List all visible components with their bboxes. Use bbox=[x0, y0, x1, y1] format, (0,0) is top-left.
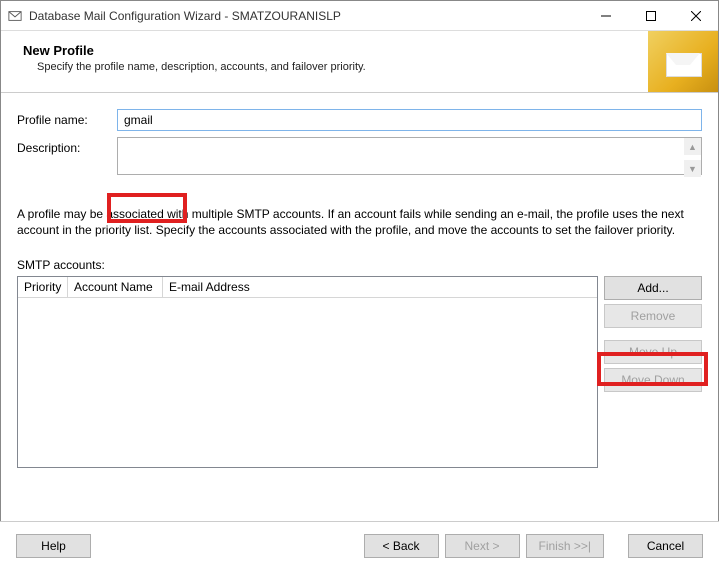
remove-button: Remove bbox=[604, 304, 702, 328]
description-scrollbar: ▲ ▼ bbox=[684, 138, 701, 177]
smtp-accounts-table[interactable]: Priority Account Name E-mail Address bbox=[17, 276, 598, 468]
scroll-up-icon[interactable]: ▲ bbox=[684, 138, 701, 155]
titlebar: Database Mail Configuration Wizard - SMA… bbox=[1, 1, 718, 31]
page-subtitle: Specify the profile name, description, a… bbox=[23, 61, 702, 73]
window-title: Database Mail Configuration Wizard - SMA… bbox=[29, 9, 583, 23]
move-up-button: Move Up bbox=[604, 340, 702, 364]
scroll-down-icon[interactable]: ▼ bbox=[684, 160, 701, 177]
wizard-footer: Help < Back Next > Finish >>| Cancel bbox=[0, 521, 719, 569]
app-icon bbox=[7, 8, 23, 24]
page-title: New Profile bbox=[23, 43, 702, 58]
column-header-priority[interactable]: Priority bbox=[18, 277, 68, 298]
close-button[interactable] bbox=[673, 1, 718, 31]
window-controls bbox=[583, 1, 718, 30]
back-button[interactable]: < Back bbox=[364, 534, 439, 558]
mail-icon bbox=[648, 31, 718, 92]
profile-name-input[interactable] bbox=[117, 109, 702, 131]
column-header-account-name[interactable]: Account Name bbox=[68, 277, 163, 298]
column-header-email[interactable]: E-mail Address bbox=[163, 277, 597, 298]
wizard-header: New Profile Specify the profile name, de… bbox=[1, 31, 718, 93]
help-button[interactable]: Help bbox=[16, 534, 91, 558]
description-input[interactable] bbox=[117, 137, 702, 175]
profile-name-label: Profile name: bbox=[17, 109, 117, 127]
next-button: Next > bbox=[445, 534, 520, 558]
maximize-button[interactable] bbox=[628, 1, 673, 31]
move-down-button: Move Down bbox=[604, 368, 702, 392]
description-label: Description: bbox=[17, 137, 117, 155]
info-text: A profile may be associated with multipl… bbox=[17, 206, 702, 238]
minimize-button[interactable] bbox=[583, 1, 628, 31]
add-button[interactable]: Add... bbox=[604, 276, 702, 300]
finish-button: Finish >>| bbox=[526, 534, 604, 558]
smtp-accounts-label: SMTP accounts: bbox=[17, 258, 702, 272]
cancel-button[interactable]: Cancel bbox=[628, 534, 703, 558]
